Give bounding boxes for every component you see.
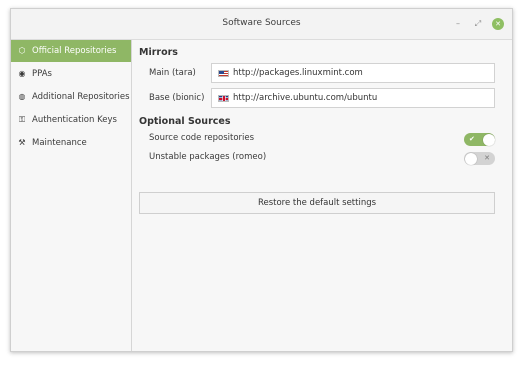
optional-sources-heading: Optional Sources bbox=[139, 116, 231, 127]
source-code-label: Source code repositories bbox=[149, 133, 255, 143]
sidebar-item-ppas[interactable]: ◉ PPAs bbox=[11, 63, 131, 85]
maintenance-icon: ⚒ bbox=[18, 138, 26, 147]
main-mirror-url: http://packages.linuxmint.com bbox=[233, 68, 363, 78]
base-mirror-url: http://archive.ubuntu.com/ubuntu bbox=[233, 93, 378, 103]
close-icon[interactable]: ✕ bbox=[492, 18, 504, 30]
sidebar-item-authentication-keys[interactable]: ⚿ Authentication Keys bbox=[11, 109, 131, 131]
cross-icon: ✕ bbox=[484, 154, 490, 162]
toggle-knob bbox=[482, 133, 495, 146]
globe-icon: ◍ bbox=[18, 92, 26, 101]
main-mirror-label: Main (tara) bbox=[149, 68, 196, 78]
sidebar-item-maintenance[interactable]: ⚒ Maintenance bbox=[11, 132, 131, 154]
restore-defaults-label: Restore the default settings bbox=[257, 198, 377, 208]
main-content: Mirrors Main (tara) http://packages.linu… bbox=[132, 40, 512, 351]
sidebar-item-label: Official Repositories bbox=[32, 46, 117, 56]
sidebar-item-official-repositories[interactable]: ⬡ Official Repositories bbox=[11, 40, 131, 62]
restore-defaults-button[interactable]: Restore the default settings bbox=[139, 192, 495, 214]
software-sources-window: Software Sources – ⤢ ✕ ⬡ Official Reposi… bbox=[10, 8, 513, 352]
source-code-toggle[interactable]: ✔ bbox=[464, 133, 495, 146]
us-flag-icon bbox=[218, 69, 229, 77]
maximize-icon[interactable]: ⤢ bbox=[472, 18, 484, 30]
package-icon: ⬡ bbox=[18, 46, 26, 55]
main-mirror-button[interactable]: http://packages.linuxmint.com bbox=[211, 63, 495, 83]
check-icon: ✔ bbox=[469, 135, 475, 143]
key-icon: ⚿ bbox=[18, 115, 26, 124]
toggle-knob bbox=[464, 152, 477, 165]
window-title: Software Sources bbox=[222, 18, 301, 28]
ppa-icon: ◉ bbox=[18, 69, 26, 78]
minimize-icon[interactable]: – bbox=[452, 18, 464, 30]
sidebar-item-additional-repositories[interactable]: ◍ Additional Repositories bbox=[11, 86, 131, 108]
unstable-packages-label: Unstable packages (romeo) bbox=[149, 152, 267, 162]
title-bar[interactable]: Software Sources – ⤢ ✕ bbox=[11, 9, 512, 40]
mirrors-heading: Mirrors bbox=[139, 47, 178, 58]
uk-flag-icon bbox=[218, 94, 229, 102]
sidebar-item-label: Additional Repositories bbox=[32, 92, 130, 102]
unstable-packages-toggle[interactable]: ✕ bbox=[464, 152, 495, 165]
sidebar-item-label: PPAs bbox=[32, 69, 52, 79]
base-mirror-button[interactable]: http://archive.ubuntu.com/ubuntu bbox=[211, 88, 495, 108]
base-mirror-label: Base (bionic) bbox=[149, 93, 205, 103]
sidebar-item-label: Maintenance bbox=[32, 138, 87, 148]
sidebar: ⬡ Official Repositories ◉ PPAs ◍ Additio… bbox=[11, 40, 132, 351]
sidebar-item-label: Authentication Keys bbox=[32, 115, 117, 125]
